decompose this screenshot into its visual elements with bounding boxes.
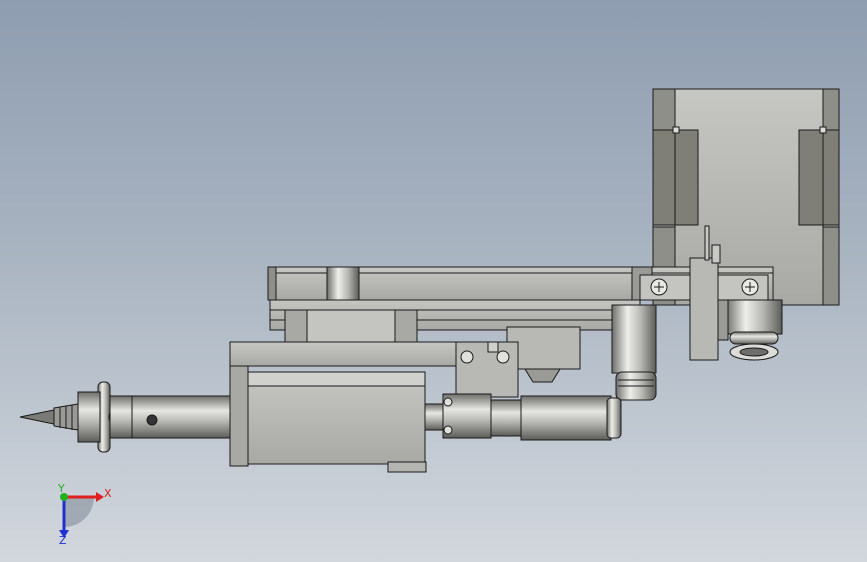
- main-cylinder-body: [229, 365, 427, 473]
- coordinate-triad: X Y Z: [57, 482, 112, 547]
- motor-coupling: [725, 299, 783, 361]
- linear-rail: [269, 299, 641, 345]
- y-axis-label: Y: [57, 482, 65, 495]
- cad-viewport[interactable]: X Y Z: [0, 0, 867, 562]
- assembly-model[interactable]: X Y Z: [0, 0, 867, 562]
- x-axis-arrowhead: [96, 492, 104, 502]
- nozzle-head: [19, 381, 133, 453]
- vertical-cylinder: [611, 304, 657, 401]
- piston-rod: [129, 395, 231, 439]
- pneumatic-fitting: [424, 393, 622, 441]
- x-axis-label: X: [104, 487, 112, 500]
- z-axis-label: Z: [59, 534, 67, 547]
- triad-plane: [64, 497, 94, 527]
